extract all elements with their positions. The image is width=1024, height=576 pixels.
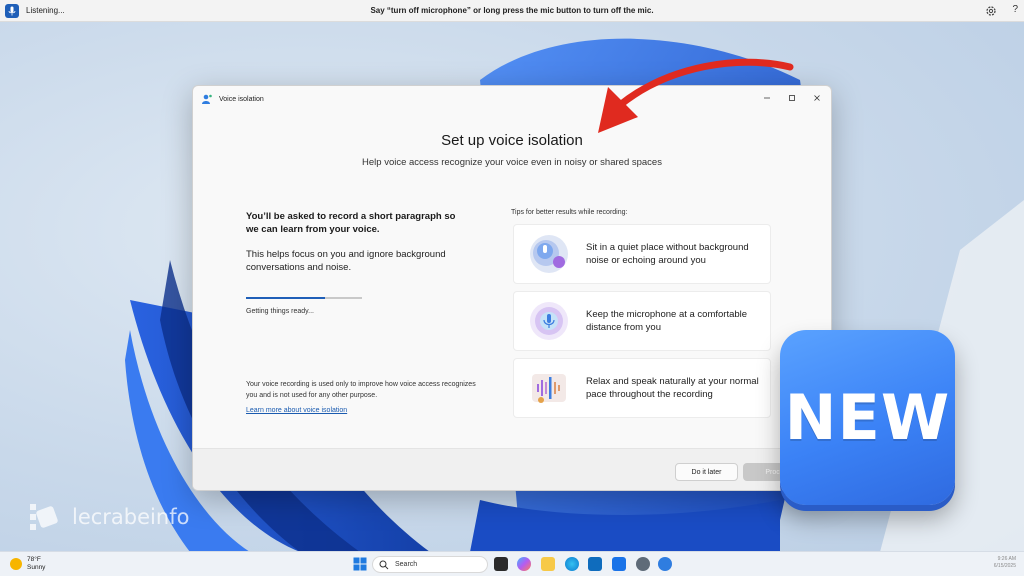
settings-app-icon[interactable] [636, 557, 650, 571]
weather-condition: Sunny [27, 564, 46, 571]
voice-access-hint: Say “turn off microphone” or long press … [370, 6, 654, 15]
help-button[interactable]: ? [1012, 4, 1018, 15]
weather-text: 78°F Sunny [27, 556, 45, 572]
progress-label: Getting things ready... [246, 308, 314, 315]
task-view-icon[interactable] [494, 557, 508, 571]
do-it-later-button[interactable]: Do it later [675, 463, 738, 481]
tip-text: Keep the microphone at a comfortable dis… [586, 309, 748, 333]
microphone-icon [8, 6, 16, 15]
taskbar-search[interactable]: Search [372, 556, 488, 573]
voice-isolation-dialog: Voice isolation Set up voice isolation H… [192, 85, 832, 491]
tip-card: Sit in a quiet place without background … [513, 224, 771, 284]
sun-icon [10, 558, 22, 570]
crab-logo-icon [30, 504, 58, 530]
privacy-note: Your voice recording is used only to imp… [246, 381, 476, 399]
windows-start-icon[interactable] [353, 557, 367, 571]
close-button[interactable] [811, 92, 823, 104]
file-explorer-icon[interactable] [541, 557, 555, 571]
edge-browser-icon[interactable] [565, 557, 579, 571]
gear-icon[interactable] [984, 4, 998, 18]
tip-text: Sit in a quiet place without background … [586, 242, 749, 266]
voice-access-app-icon [202, 94, 212, 104]
search-icon [379, 560, 389, 569]
clock-date: 6/15/2025 [993, 563, 1016, 569]
voice-access-bar: Listening... Say “turn off microphone” o… [0, 0, 1024, 22]
microsoft-store-icon[interactable] [588, 557, 602, 571]
quiet-place-icon [530, 235, 568, 273]
new-badge-text: NEW [784, 381, 951, 454]
tip-text: Relax and speak naturally at your normal… [586, 376, 759, 400]
intro-text: You’ll be asked to record a short paragr… [246, 211, 456, 235]
taskbar: 78°F Sunny Search 9:26 AM 6/15/2025 [0, 551, 1024, 576]
progress-fill [246, 297, 325, 299]
weather-widget[interactable]: 78°F Sunny [10, 556, 45, 572]
progress-bar [246, 297, 362, 299]
copilot-icon[interactable] [517, 557, 531, 571]
red-arrow-annotation [598, 58, 794, 133]
listening-status: Listening... [26, 6, 65, 15]
page-subtitle: Help voice access recognize your voice e… [362, 157, 662, 168]
clock-time: 9:26 AM [997, 556, 1016, 562]
window-title: Voice isolation [219, 95, 264, 103]
speech-waveform-icon [532, 374, 566, 403]
new-badge: NEW [780, 330, 955, 505]
description-text: This helps focus on you and ignore backg… [246, 249, 446, 273]
tip-card: Relax and speak naturally at your normal… [513, 358, 771, 418]
watermark: lecrabeinfo [26, 500, 189, 534]
microphone-button[interactable] [5, 3, 19, 18]
weather-temp: 78°F [27, 556, 41, 563]
system-clock[interactable]: 9:26 AM 6/15/2025 [994, 556, 1016, 570]
learn-more-link[interactable]: Learn more about voice isolation [246, 407, 347, 414]
voice-access-taskbar-icon[interactable] [658, 557, 672, 571]
outlook-icon[interactable] [612, 557, 626, 571]
tip-card: Keep the microphone at a comfortable dis… [513, 291, 771, 351]
tips-label: Tips for better results while recording: [511, 209, 628, 216]
watermark-text: lecrabeinfo [72, 505, 190, 529]
microphone-distance-icon [530, 302, 568, 340]
close-icon [814, 95, 820, 101]
search-placeholder: Search [395, 561, 418, 568]
dialog-footer: Do it later Proce [193, 448, 831, 490]
